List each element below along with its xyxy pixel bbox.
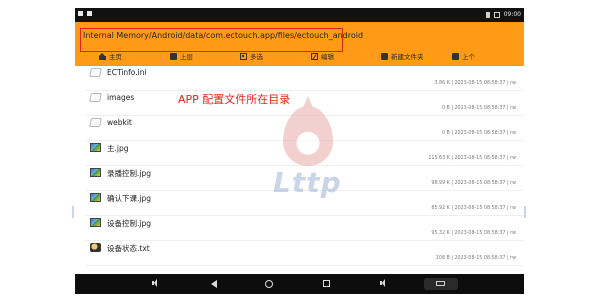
file-name: 设备控制.jpg: [107, 219, 151, 228]
folder-icon: [89, 93, 102, 102]
up-level-label: 上层: [180, 53, 193, 61]
usb-icon: [87, 11, 92, 16]
watermark: Lttp: [265, 96, 355, 201]
file-meta: 0 B | 2023-08-15 08:58:37 | rw: [441, 131, 516, 136]
right-edge-mark: [524, 206, 526, 218]
highlight-box: [80, 28, 343, 52]
home-button[interactable]: 主页: [99, 51, 122, 61]
list-item[interactable]: ECTinfo.ini 3.86 K | 2023-08-15 08:58:37…: [75, 66, 524, 91]
new-folder-button[interactable]: 新建文件夹: [381, 51, 424, 61]
previous-button[interactable]: 上个: [452, 51, 475, 61]
edit-icon: [311, 52, 318, 60]
text-file-icon: [90, 243, 101, 252]
multi-select-button[interactable]: 多选: [240, 51, 263, 61]
folder-icon: [89, 118, 102, 127]
status-notifications: [78, 11, 92, 16]
file-name: 主.jpg: [107, 144, 129, 153]
image-file-icon: [90, 193, 101, 202]
file-name: 设备状态.txt: [107, 244, 150, 253]
right-margin: [524, 0, 600, 300]
back-icon[interactable]: [211, 280, 217, 288]
file-meta: 3.86 K | 2023-08-15 08:58:37 | rw: [434, 81, 516, 86]
file-meta: 108 B | 2023-08-15 08:58:37 | rw: [435, 256, 516, 261]
new-folder-label: 新建文件夹: [391, 53, 424, 61]
status-time: 09:00: [503, 11, 521, 18]
battery-icon: [493, 11, 500, 18]
previous-label: 上个: [462, 53, 475, 61]
image-file-icon: [90, 143, 101, 152]
image-file-icon: [90, 168, 101, 177]
home-label: 主页: [109, 53, 122, 61]
multi-select-icon: [240, 52, 247, 60]
notification-icon: [78, 11, 83, 16]
left-margin: [0, 0, 75, 300]
file-name: 录播控制.jpg: [107, 169, 151, 178]
status-right: 09:00: [485, 11, 521, 18]
recent-apps-icon[interactable]: [323, 280, 330, 287]
previous-icon: [452, 52, 459, 60]
toolbar: 主页 上层 多选 编辑 新建文件夹 上个: [75, 50, 524, 64]
watermark-text: Lttp: [273, 166, 342, 199]
file-meta: 115.63 K | 2023-08-15 08:58:37 | rw: [428, 156, 516, 161]
edit-label: 编辑: [321, 53, 334, 61]
multi-select-label: 多选: [250, 53, 263, 61]
home-icon: [99, 52, 106, 60]
row-divider: [85, 265, 524, 266]
navigation-bar: [75, 274, 524, 294]
file-name: webkit: [107, 118, 132, 127]
folder-icon: [170, 52, 177, 60]
up-level-button[interactable]: 上层: [170, 51, 193, 61]
file-meta: 98.99 K | 2023-08-15 08:58:37 | rw: [431, 181, 516, 186]
annotation-label: APP 配置文件所在目录: [178, 93, 291, 106]
device-screen: 09:00 Internal Memory/Android/data/com.e…: [75, 8, 524, 294]
file-name: 确认下课.jpg: [107, 194, 151, 203]
list-item[interactable]: 设备状态.txt 108 B | 2023-08-15 08:58:37 | r…: [75, 241, 524, 266]
list-item[interactable]: 设备控制.jpg 95.32 K | 2023-08-15 08:58:37 |…: [75, 216, 524, 241]
file-meta: 0 B | 2023-08-15 08:58:37 | rw: [441, 106, 516, 111]
keyboard-icon[interactable]: [424, 278, 458, 290]
new-folder-icon: [381, 52, 388, 60]
file-name: ECTinfo.ini: [107, 68, 147, 77]
status-bar: 09:00: [75, 8, 524, 22]
file-name: images: [107, 93, 135, 102]
volume-down-icon[interactable]: [152, 279, 157, 287]
left-edge-mark: [72, 206, 74, 218]
ini-file-icon: [89, 68, 102, 77]
volume-up-icon[interactable]: [380, 279, 385, 287]
file-meta: 85.92 K | 2023-08-15 08:58:37 | rw: [431, 206, 516, 211]
home-nav-icon[interactable]: [265, 280, 273, 288]
signal-icon: [485, 11, 490, 18]
image-file-icon: [90, 218, 101, 227]
watermark-drop-icon: [283, 106, 333, 166]
file-meta: 95.32 K | 2023-08-15 08:58:37 | rw: [431, 231, 516, 236]
edit-button[interactable]: 编辑: [311, 51, 334, 61]
